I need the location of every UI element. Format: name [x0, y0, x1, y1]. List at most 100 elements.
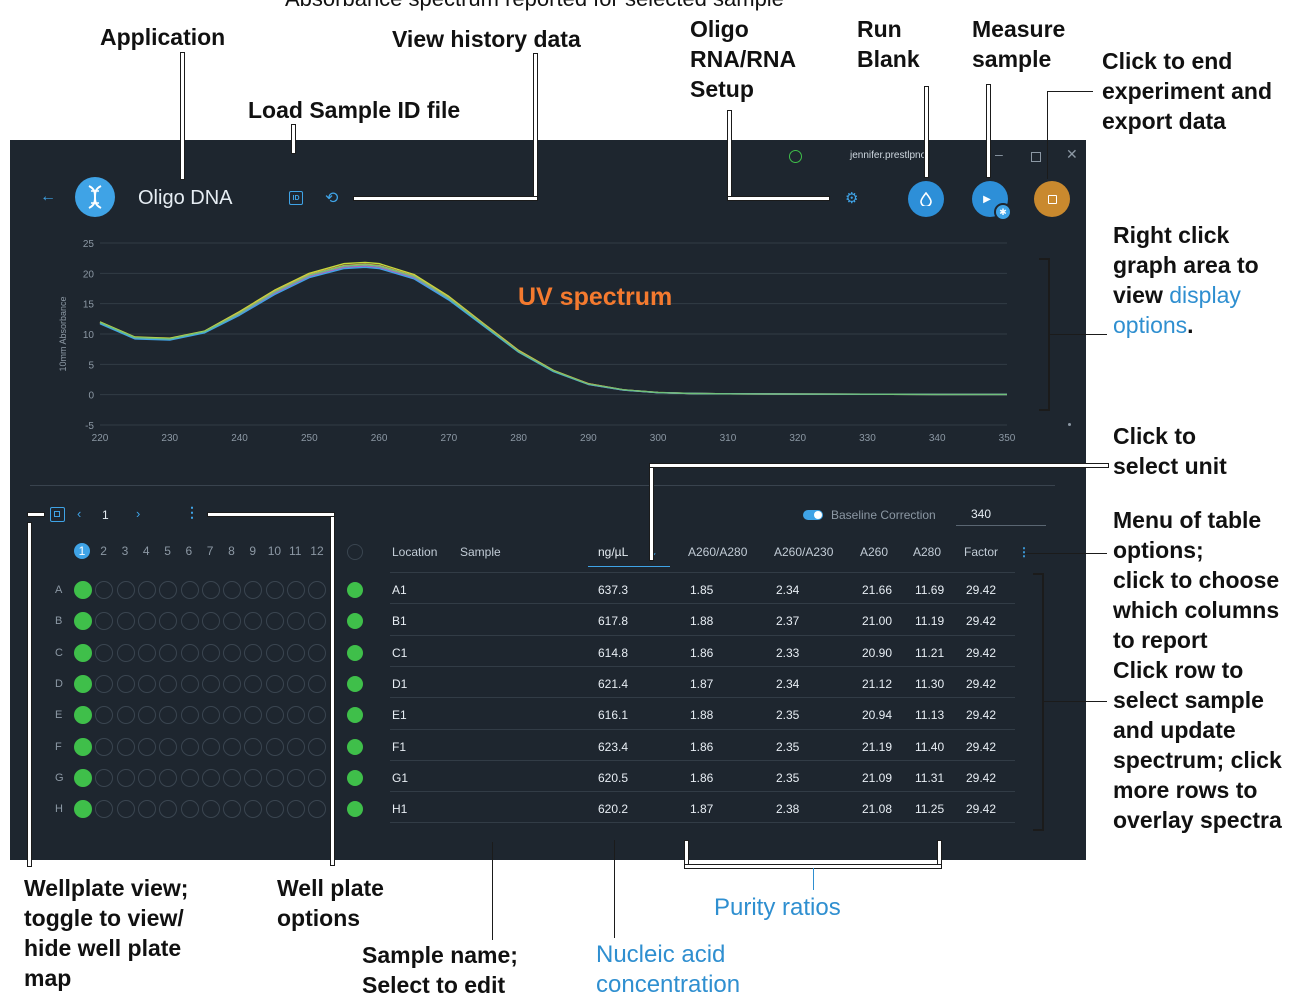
plate-well[interactable]: [244, 706, 263, 725]
plate-well[interactable]: [137, 674, 156, 693]
cell-a260[interactable]: 20.94: [862, 708, 892, 722]
cell-a260-a280[interactable]: 1.86: [690, 646, 713, 660]
cell-concentration[interactable]: 620.5: [598, 771, 628, 785]
plate-well[interactable]: [223, 737, 242, 756]
uv-spectrum-chart[interactable]: 25 20 15 10 5 0 -5220 230 240 250 260 270 280 290 300 3…: [10, 230, 1086, 460]
plate-well[interactable]: [201, 706, 220, 725]
cell-location[interactable]: G1: [392, 771, 408, 785]
plate-well[interactable]: [265, 768, 284, 787]
plate-well[interactable]: [308, 643, 327, 662]
history-icon[interactable]: ⟲: [325, 188, 338, 208]
plate-well[interactable]: [95, 674, 114, 693]
cell-factor[interactable]: 29.42: [966, 646, 996, 660]
cell-concentration[interactable]: 620.2: [598, 802, 628, 816]
cell-a260-a230[interactable]: 2.35: [776, 708, 799, 722]
plate-row-label[interactable]: H: [55, 803, 63, 815]
plate-well[interactable]: [180, 674, 199, 693]
back-arrow-icon[interactable]: ←: [40, 188, 56, 206]
cell-a280[interactable]: 11.25: [915, 802, 944, 816]
baseline-toggle[interactable]: [803, 510, 823, 520]
plate-well[interactable]: [223, 706, 242, 725]
end-experiment-button[interactable]: [1034, 181, 1070, 217]
plate-row-label[interactable]: D: [55, 678, 63, 690]
cell-location[interactable]: E1: [392, 708, 407, 722]
cell-a280[interactable]: 11.19: [915, 614, 944, 628]
load-sample-id-button[interactable]: ID: [289, 191, 303, 205]
row-status-dot[interactable]: [347, 613, 363, 630]
header-location[interactable]: Location: [392, 545, 437, 559]
wellplate-options-icon[interactable]: ⋮: [185, 504, 199, 521]
plate-well[interactable]: [201, 612, 220, 631]
cell-a260-a280[interactable]: 1.87: [690, 677, 713, 691]
header-sample[interactable]: Sample: [460, 545, 501, 559]
plate-well[interactable]: [180, 800, 199, 819]
plate-well[interactable]: [159, 643, 178, 662]
cell-concentration[interactable]: 621.4: [598, 677, 628, 691]
plate-well[interactable]: [95, 800, 114, 819]
cell-a280[interactable]: 11.40: [915, 740, 944, 754]
row-status-dot[interactable]: [347, 801, 363, 818]
cell-a260-a230[interactable]: 2.37: [776, 614, 799, 628]
cell-concentration[interactable]: 616.1: [598, 708, 628, 722]
header-factor[interactable]: Factor: [964, 545, 998, 559]
plate-well[interactable]: [95, 581, 114, 599]
select-all-icon[interactable]: [347, 544, 363, 560]
cell-a260[interactable]: 21.09: [862, 771, 892, 785]
cell-a280[interactable]: 11.69: [915, 583, 944, 597]
row-status-dot[interactable]: [347, 707, 363, 724]
plate-well[interactable]: [159, 706, 178, 725]
cell-a260[interactable]: 21.19: [862, 740, 892, 754]
plate-column-label[interactable]: 12: [310, 544, 323, 558]
close-icon[interactable]: ✕: [1066, 146, 1078, 163]
plate-well[interactable]: [159, 581, 178, 599]
plate-well[interactable]: [74, 643, 92, 662]
maximize-icon[interactable]: [1031, 152, 1041, 162]
cell-a280[interactable]: 11.21: [915, 646, 944, 660]
cell-factor[interactable]: 29.42: [966, 708, 996, 722]
cell-a260-a230[interactable]: 2.34: [776, 677, 799, 691]
plate-well[interactable]: [116, 737, 135, 756]
plate-well[interactable]: [137, 643, 156, 662]
plate-column-label[interactable]: 5: [164, 544, 171, 558]
cell-factor[interactable]: 29.42: [966, 771, 996, 785]
plate-well[interactable]: [287, 706, 305, 725]
plate-well[interactable]: [74, 737, 92, 756]
plate-well[interactable]: [244, 612, 263, 631]
oligo-setup-gear-icon[interactable]: ⚙: [845, 189, 858, 207]
measure-sample-button[interactable]: ▶ ✱: [972, 181, 1012, 221]
plate-well[interactable]: [287, 612, 305, 631]
header-a260-a280[interactable]: A260/A280: [688, 545, 747, 559]
plate-row-label[interactable]: E: [55, 709, 62, 721]
plate-well[interactable]: [159, 737, 178, 756]
cell-location[interactable]: D1: [392, 677, 407, 691]
plate-well[interactable]: [244, 800, 263, 819]
row-status-dot[interactable]: [347, 738, 363, 755]
plate-well[interactable]: [180, 737, 199, 756]
cell-a280[interactable]: 11.31: [915, 771, 944, 785]
plate-well[interactable]: [265, 643, 284, 662]
cell-a280[interactable]: 11.30: [915, 677, 944, 691]
cell-factor[interactable]: 29.42: [966, 583, 996, 597]
plate-well[interactable]: [116, 581, 135, 599]
plate-well[interactable]: [137, 768, 156, 787]
plate-well[interactable]: [244, 643, 263, 662]
plate-well[interactable]: [116, 800, 135, 819]
plate-well[interactable]: [244, 768, 263, 787]
cell-a260-a280[interactable]: 1.88: [690, 708, 713, 722]
plate-well[interactable]: [223, 581, 242, 599]
plate-well[interactable]: [95, 768, 114, 787]
cell-concentration[interactable]: 637.3: [598, 583, 628, 597]
cell-a260-a280[interactable]: 1.86: [690, 771, 713, 785]
plate-column-label[interactable]: 9: [249, 544, 256, 558]
plate-row-label[interactable]: C: [55, 647, 63, 659]
plate-well[interactable]: [265, 612, 284, 631]
plate-well[interactable]: [180, 706, 199, 725]
plate-well[interactable]: [223, 800, 242, 819]
plate-well[interactable]: [287, 674, 305, 693]
cell-a260[interactable]: 21.00: [862, 614, 892, 628]
row-status-dot[interactable]: [347, 582, 363, 598]
plate-column-label[interactable]: 6: [186, 544, 193, 558]
plate-well[interactable]: [137, 612, 156, 631]
cell-location[interactable]: B1: [392, 614, 407, 628]
cell-factor[interactable]: 29.42: [966, 614, 996, 628]
